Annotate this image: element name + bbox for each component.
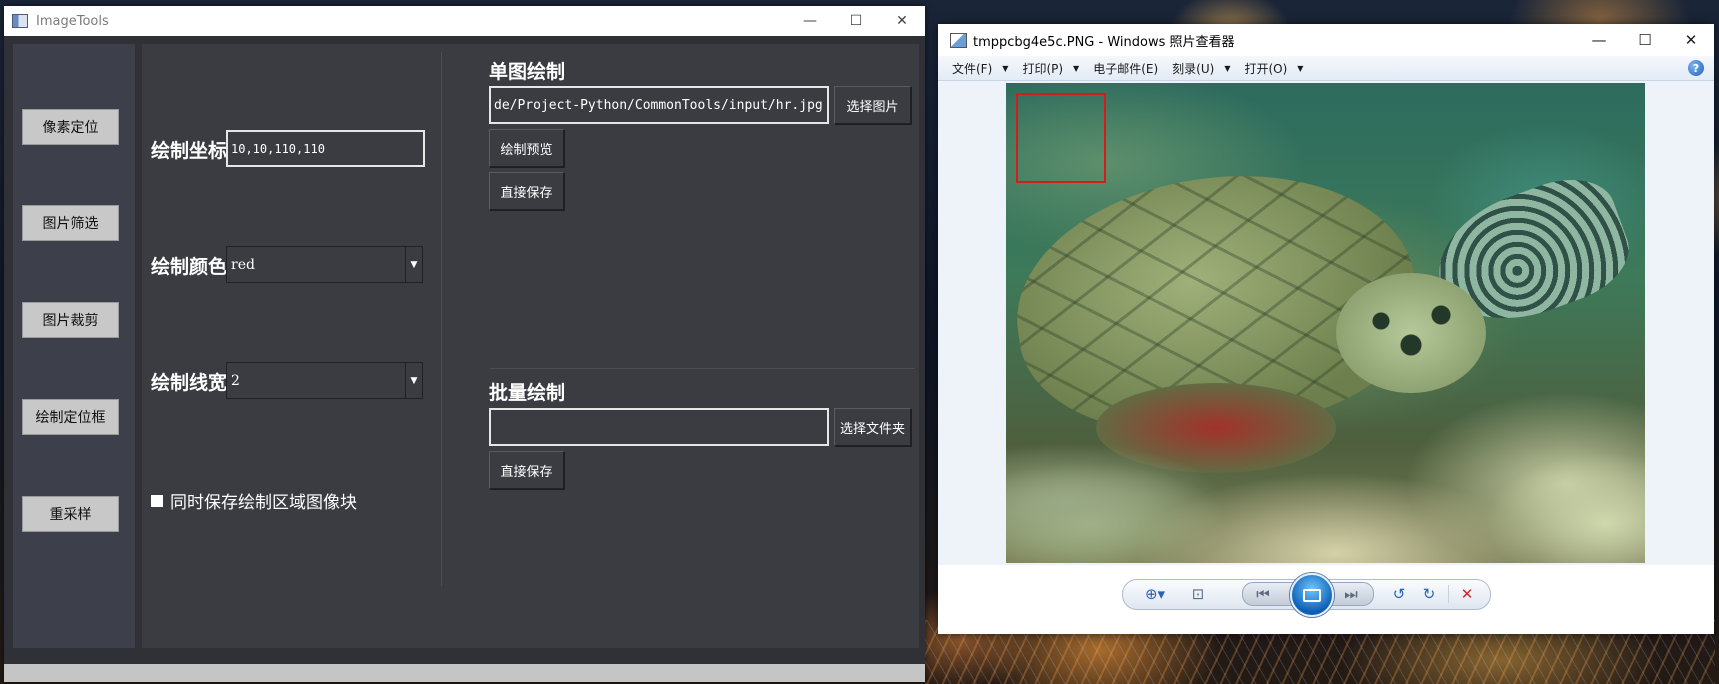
menu-email-label: 电子邮件(E) <box>1093 61 1159 76</box>
chevron-down-icon[interactable]: ▼ <box>405 247 422 282</box>
single-draw-title: 单图绘制 <box>489 61 566 83</box>
imagetools-titlebar[interactable]: ImageTools — ☐ ✕ <box>4 6 925 36</box>
slideshow-button[interactable] <box>1290 573 1334 617</box>
rotate-cw-icon[interactable]: ↻ <box>1418 583 1440 605</box>
chevron-down-icon[interactable]: ▼ <box>405 363 422 398</box>
menu-burn[interactable]: 刻录(U) ▼ <box>1172 60 1230 77</box>
caret-down-icon: ▼ <box>1224 63 1231 73</box>
menu-open-label: 打开(O) <box>1244 61 1288 76</box>
coord-input[interactable]: 10,10,110,110 <box>226 130 425 167</box>
horizontal-divider <box>490 368 915 369</box>
single-save-button[interactable]: 直接保存 <box>489 172 564 210</box>
resample-button[interactable]: 重采样 <box>22 496 119 532</box>
width-select-value: 2 <box>231 372 240 389</box>
folder-path-input[interactable] <box>489 408 829 446</box>
image-crop-button[interactable]: 图片裁剪 <box>22 302 119 338</box>
menu-burn-label: 刻录(U) <box>1172 61 1215 76</box>
status-bar <box>4 664 925 682</box>
photo-viewer-app-icon <box>950 32 967 48</box>
menu-file[interactable]: 文件(F) ▼ <box>952 60 1008 77</box>
width-label: 绘制线宽 <box>151 372 228 394</box>
drawn-locate-box <box>1016 93 1106 183</box>
pixel-locate-button[interactable]: 像素定位 <box>22 109 119 145</box>
main-panel: 绘制坐标 10,10,110,110 绘制颜色 red ▼ 绘制线宽 2 ▼ 同… <box>142 44 919 648</box>
slideshow-icon <box>1303 588 1321 602</box>
photo-viewer-title: tmppcbg4e5c.PNG - Windows 照片查看器 <box>973 34 1235 50</box>
photo-canvas <box>938 81 1714 565</box>
sidebar: 像素定位 图片筛选 图片裁剪 绘制定位框 重采样 <box>13 44 135 648</box>
window-title: ImageTools <box>36 13 109 29</box>
batch-save-button[interactable]: 直接保存 <box>489 451 564 489</box>
fit-to-window-icon[interactable]: ⊡ <box>1186 583 1210 605</box>
menu-print-label: 打印(P) <box>1022 61 1064 76</box>
imagetools-window: ImageTools — ☐ ✕ 像素定位 图片筛选 图片裁剪 绘制定位框 重采… <box>4 6 925 682</box>
caret-down-icon: ▼ <box>1297 63 1304 73</box>
select-folder-button[interactable]: 选择文件夹 <box>834 408 911 446</box>
help-icon[interactable]: ? <box>1688 60 1704 76</box>
previous-icon[interactable]: ⏮ <box>1248 583 1278 605</box>
caret-down-icon: ▼ <box>1073 63 1080 73</box>
color-select[interactable]: red ▼ <box>226 246 423 283</box>
menu-file-label: 文件(F) <box>952 61 993 76</box>
delete-icon[interactable]: ✕ <box>1456 583 1478 605</box>
menu-email[interactable]: 电子邮件(E) <box>1093 60 1158 77</box>
photo-viewer-menubar: 文件(F) ▼ 打印(P) ▼ 电子邮件(E) 刻录(U) ▼ 打开(O) ▼ … <box>938 56 1714 81</box>
caret-down-icon: ▼ <box>1002 63 1009 73</box>
image-filter-button[interactable]: 图片筛选 <box>22 205 119 241</box>
maximize-button[interactable]: ☐ <box>833 6 879 36</box>
turtle-photo <box>1006 83 1645 563</box>
minimize-button[interactable]: — <box>1576 24 1622 56</box>
photo-viewer-toolbar: ⊕▾ ⊡ ⏮ ⏭ ↺ ↻ ✕ <box>938 565 1714 634</box>
photo-viewer-window: tmppcbg4e5c.PNG - Windows 照片查看器 — ☐ ✕ 文件… <box>938 24 1714 634</box>
save-patch-label: 同时保存绘制区域图像块 <box>170 493 357 513</box>
minimize-button[interactable]: — <box>787 6 833 36</box>
width-select[interactable]: 2 ▼ <box>226 362 423 399</box>
menu-print[interactable]: 打印(P) ▼ <box>1022 60 1079 77</box>
save-patch-option[interactable]: 同时保存绘制区域图像块 <box>151 488 357 513</box>
close-button[interactable]: ✕ <box>879 6 925 36</box>
color-label: 绘制颜色 <box>151 256 228 278</box>
photo-viewer-titlebar[interactable]: tmppcbg4e5c.PNG - Windows 照片查看器 — ☐ ✕ <box>938 24 1714 56</box>
app-icon <box>12 14 28 28</box>
zoom-icon[interactable]: ⊕▾ <box>1138 583 1172 605</box>
color-select-value: red <box>231 256 255 273</box>
rotate-ccw-icon[interactable]: ↺ <box>1388 583 1410 605</box>
next-icon[interactable]: ⏭ <box>1336 583 1366 605</box>
draw-box-button[interactable]: 绘制定位框 <box>22 399 119 435</box>
draw-preview-button[interactable]: 绘制预览 <box>489 129 564 167</box>
image-path-input[interactable]: de/Project-Python/CommonTools/input/hr.j… <box>489 86 829 124</box>
save-patch-checkbox[interactable] <box>151 494 163 507</box>
maximize-button[interactable]: ☐ <box>1622 24 1668 56</box>
imagetools-client: 像素定位 图片筛选 图片裁剪 绘制定位框 重采样 绘制坐标 10,10,110,… <box>4 36 925 664</box>
vertical-divider <box>441 52 442 586</box>
coord-label: 绘制坐标 <box>151 140 228 162</box>
turtle-head <box>1336 273 1486 393</box>
menu-open[interactable]: 打开(O) ▼ <box>1244 60 1303 77</box>
seabed-coral <box>1006 443 1645 563</box>
select-image-button[interactable]: 选择图片 <box>834 86 911 124</box>
close-button[interactable]: ✕ <box>1668 24 1714 56</box>
toolbar-divider <box>1448 585 1449 603</box>
batch-draw-title: 批量绘制 <box>489 382 566 404</box>
